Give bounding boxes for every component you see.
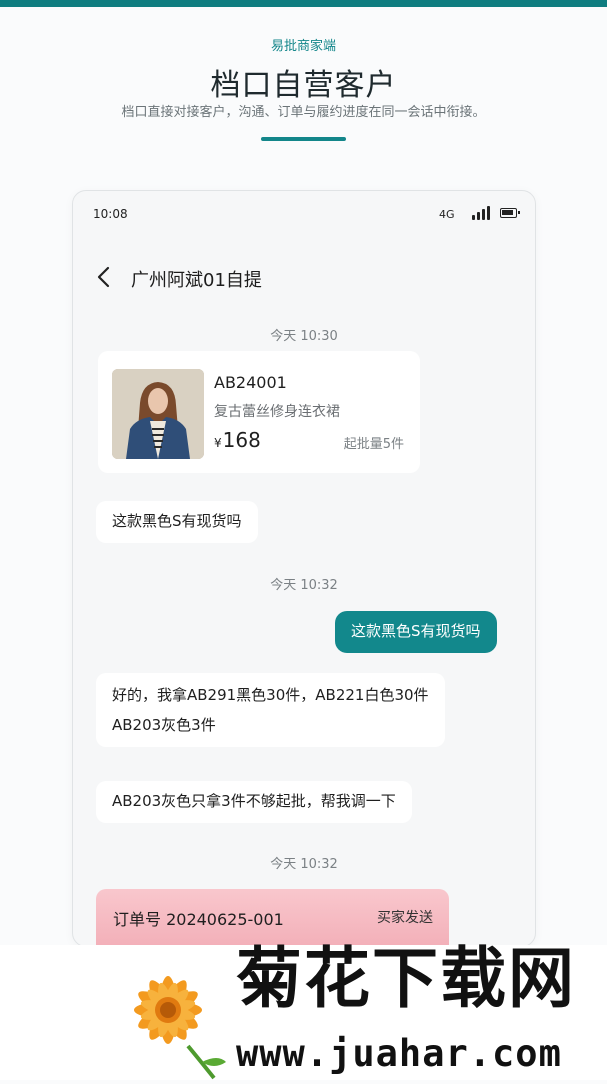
incoming-message: AB203灰色只拿3件不够起批，帮我调一下 xyxy=(96,781,412,823)
timestamp: 今天 10:32 xyxy=(270,857,338,872)
product-code: AB24001 xyxy=(214,373,287,392)
hero-underline xyxy=(261,137,346,141)
flower-logo-icon xyxy=(118,958,230,1080)
product-image xyxy=(112,369,204,459)
currency-symbol: ¥ xyxy=(214,436,222,450)
outgoing-message: 这款黑色S有现货吗 xyxy=(335,611,497,653)
signal-icon xyxy=(472,206,492,220)
order-sender-tag: 买家发送 xyxy=(377,910,433,926)
status-time: 10:08 xyxy=(93,207,128,221)
back-arrow-icon[interactable] xyxy=(95,266,115,288)
hero-subtitle: 易批商家端 xyxy=(270,39,336,54)
incoming-message: 这款黑色S有现货吗 xyxy=(96,501,258,543)
watermark-url: www.juahar.com xyxy=(236,1032,562,1075)
timestamp: 今天 10:32 xyxy=(270,578,338,593)
order-card[interactable]: 订单号 20240625-001 买家发送 xyxy=(96,889,449,946)
hero-title: 档口自营客户 xyxy=(210,68,397,103)
watermark-title: 菊花下载网 xyxy=(236,940,576,1017)
status-bar: 10:08 4G xyxy=(73,191,535,239)
product-price: ¥168 xyxy=(214,428,261,452)
phone-mockup: 10:08 4G 广州阿斌01自提 今天 10:30 AB24001 复古蕾丝修… xyxy=(72,190,536,947)
message-line: AB203灰色3件 xyxy=(112,716,216,734)
message-line: 好的，我拿AB291黑色30件，AB221白色30件 xyxy=(112,686,429,704)
top-accent-bar xyxy=(0,0,607,7)
minimum-order-quantity: 起批量5件 xyxy=(343,437,404,452)
price-value: 168 xyxy=(222,428,261,452)
product-name: 复古蕾丝修身连衣裙 xyxy=(214,404,340,420)
message-text: AB203灰色只拿3件不够起批，帮我调一下 xyxy=(112,792,396,810)
incoming-message: 好的，我拿AB291黑色30件，AB221白色30件 AB203灰色3件 xyxy=(96,673,445,747)
order-number: 订单号 20240625-001 xyxy=(113,910,284,929)
battery-icon xyxy=(500,208,520,218)
network-label: 4G xyxy=(439,208,455,221)
message-text: 这款黑色S有现货吗 xyxy=(112,512,242,530)
message-text: 这款黑色S有现货吗 xyxy=(351,622,481,640)
timestamp: 今天 10:30 xyxy=(270,329,338,344)
chat-title: 广州阿斌01自提 xyxy=(131,270,262,291)
hero-description: 档口直接对接客户，沟通、订单与履约进度在同一会话中衔接。 xyxy=(121,105,486,120)
product-card[interactable]: AB24001 复古蕾丝修身连衣裙 ¥168 起批量5件 xyxy=(98,351,420,473)
